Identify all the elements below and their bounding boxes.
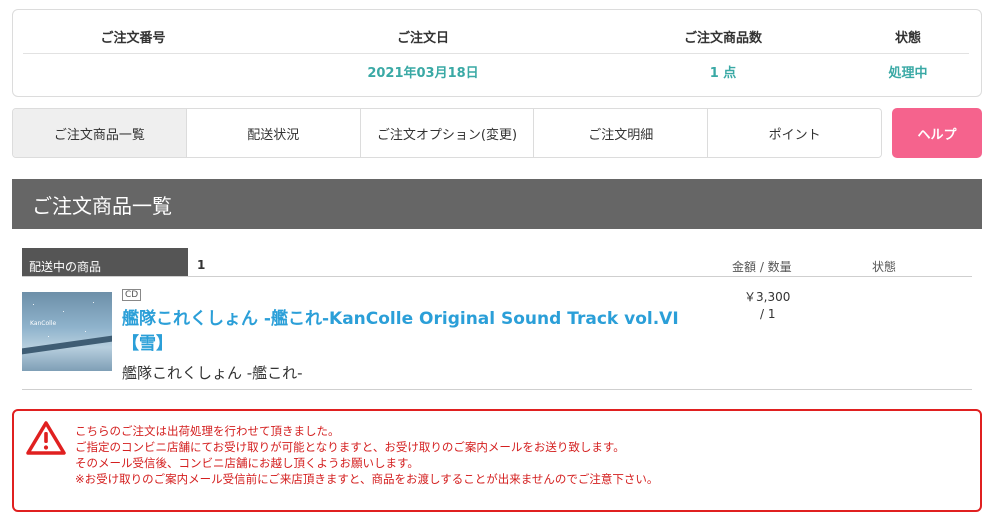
tab-order-options[interactable]: ご注文オプション(変更) bbox=[359, 109, 534, 157]
product-title-link[interactable]: 艦隊これくしょん -艦これ-KanColle Original Sound Tr… bbox=[122, 307, 712, 357]
tab-points[interactable]: ポイント bbox=[707, 109, 881, 157]
notice-line: こちらのご注文は出荷処理を行わせて頂きました。 bbox=[75, 424, 340, 438]
item-list-header: 配送中の商品 1 金額 / 数量 状態 bbox=[22, 248, 972, 277]
product-price: ￥3,300 bbox=[744, 290, 791, 304]
order-status-value: 処理中 bbox=[888, 66, 928, 81]
thumbnail-logo: KanColle bbox=[30, 320, 57, 327]
order-summary-panel: ご注文番号 ご注文日 ご注文商品数 状態 2021年03月18日 1 点 処理中 bbox=[12, 9, 982, 97]
order-tabs: ご注文商品一覧 配送状況 ご注文オプション(変更) ご注文明細 ポイント bbox=[12, 108, 882, 158]
status-column-header: 状態 bbox=[872, 260, 897, 274]
product-thumbnail[interactable]: ･ ･ ･ ･ ･ KanColle bbox=[22, 292, 112, 371]
tab-shipping-status[interactable]: 配送状況 bbox=[185, 109, 360, 157]
warning-triangle-icon bbox=[26, 421, 66, 455]
help-button[interactable]: ヘルプ bbox=[892, 108, 982, 158]
thumbnail-bridge bbox=[22, 335, 112, 355]
order-number-header: ご注文番号 bbox=[100, 31, 166, 46]
section-title: ご注文商品一覧 bbox=[12, 179, 982, 229]
order-item-count-value: 1 点 bbox=[709, 66, 737, 81]
tab-order-details[interactable]: ご注文明細 bbox=[533, 109, 708, 157]
order-date-value: 2021年03月18日 bbox=[367, 66, 479, 81]
summary-divider bbox=[23, 53, 969, 54]
notice-line: ※お受け取りのご案内メール受信前にご来店頂きますと、商品をお渡しすることが出来ま… bbox=[75, 472, 659, 486]
notice-line: ご指定のコンビニ店舗にてお受け取りが可能となりますと、お受け取りのご案内メールを… bbox=[75, 440, 625, 454]
notice-text: こちらのご注文は出荷処理を行わせて頂きました。 ご指定のコンビニ店舗にてお受け取… bbox=[75, 423, 658, 487]
order-date-header: ご注文日 bbox=[396, 31, 449, 46]
shipping-items-count: 1 bbox=[197, 258, 206, 272]
format-tag: CD bbox=[122, 289, 142, 301]
product-artist: 艦隊これくしょん -艦これ- bbox=[122, 364, 303, 382]
price-quantity-column-header: 金額 / 数量 bbox=[732, 260, 792, 274]
item-divider bbox=[22, 389, 972, 390]
tab-order-items[interactable]: ご注文商品一覧 bbox=[13, 109, 186, 157]
shipping-items-label: 配送中の商品 bbox=[22, 248, 188, 276]
order-status-header: 状態 bbox=[894, 31, 921, 46]
notice-line: そのメール受信後、コンビニ店舗にお越し頂くようお願いします。 bbox=[75, 456, 419, 470]
product-quantity: / 1 bbox=[760, 307, 776, 321]
order-item-count-header: ご注文商品数 bbox=[683, 31, 762, 46]
shipping-notice: こちらのご注文は出荷処理を行わせて頂きました。 ご指定のコンビニ店舗にてお受け取… bbox=[12, 409, 982, 512]
